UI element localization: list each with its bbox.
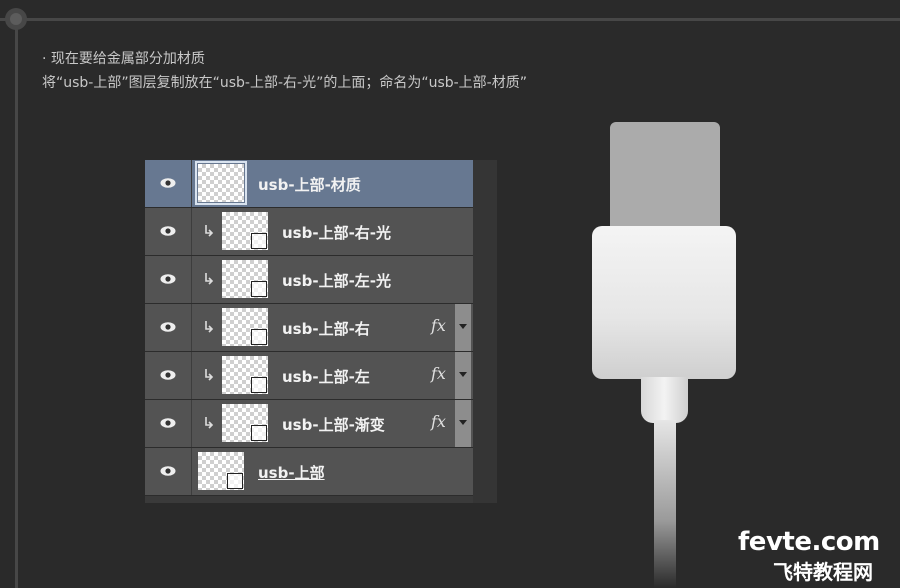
layer-row[interactable]: usb-上部-右-光 [145, 208, 473, 256]
eye-icon[interactable] [145, 400, 192, 447]
layer-thumbnail [222, 212, 268, 250]
layer-row[interactable]: usb-上部-渐变 fx [145, 400, 473, 448]
layer-name: usb-上部-渐变 [282, 416, 385, 434]
clip-arrow-icon [205, 417, 214, 429]
layer-thumbnail [222, 404, 268, 442]
fx-icon[interactable]: fx [431, 412, 446, 431]
usb-strain-relief [641, 377, 688, 423]
layer-name: usb-上部-材质 [258, 176, 361, 194]
usb-metal-plug [610, 122, 720, 237]
eye-icon[interactable] [145, 304, 192, 351]
caption-line-2: 将“usb-上部”图层复制放在“usb-上部-右-光”的上面；命名为“usb-上… [42, 75, 527, 91]
clip-arrow-icon [205, 273, 214, 285]
fx-expand-button[interactable] [455, 400, 471, 447]
layer-name: usb-上部-右-光 [282, 224, 392, 242]
layer-name: usb-上部 [258, 464, 325, 482]
layer-row[interactable]: usb-上部-材质 [145, 160, 473, 208]
caption-line-1: · 现在要给金属部分加材质 [42, 51, 205, 67]
eye-icon[interactable] [145, 160, 192, 207]
fx-icon[interactable]: fx [431, 316, 446, 335]
watermark-site: fevte.com [738, 527, 880, 557]
layer-thumbnail [198, 452, 244, 490]
timeline-dot-icon [5, 8, 27, 30]
layer-row[interactable]: usb-上部-左 fx [145, 352, 473, 400]
layer-name: usb-上部-右 [282, 320, 370, 338]
eye-icon[interactable] [145, 208, 192, 255]
layer-row[interactable]: usb-上部-左-光 [145, 256, 473, 304]
left-divider [15, 20, 18, 588]
clip-arrow-icon [205, 225, 214, 237]
layer-name: usb-上部-左-光 [282, 272, 392, 290]
layer-name: usb-上部-左 [282, 368, 370, 386]
top-divider [0, 18, 900, 21]
watermark-subtitle: 飞特教程网 [773, 560, 873, 584]
eye-icon[interactable] [145, 256, 192, 303]
layer-thumbnail [195, 161, 247, 205]
usb-cable [654, 420, 676, 588]
layer-row[interactable]: usb-上部 [145, 448, 473, 496]
clip-arrow-icon [205, 369, 214, 381]
fx-expand-button[interactable] [455, 352, 471, 399]
layer-thumbnail [222, 308, 268, 346]
layers-scrollbar[interactable] [473, 160, 497, 503]
usb-connector-body [592, 226, 736, 379]
layer-thumbnail [222, 260, 268, 298]
clip-arrow-icon [205, 321, 214, 333]
eye-icon[interactable] [145, 352, 192, 399]
eye-icon[interactable] [145, 448, 192, 495]
fx-expand-button[interactable] [455, 304, 471, 351]
layer-thumbnail [222, 356, 268, 394]
fx-icon[interactable]: fx [431, 364, 446, 383]
layers-panel: usb-上部-材质 usb-上部-右-光 usb-上部-左-光 usb-上部-右… [145, 160, 497, 503]
layer-row[interactable]: usb-上部-右 fx [145, 304, 473, 352]
